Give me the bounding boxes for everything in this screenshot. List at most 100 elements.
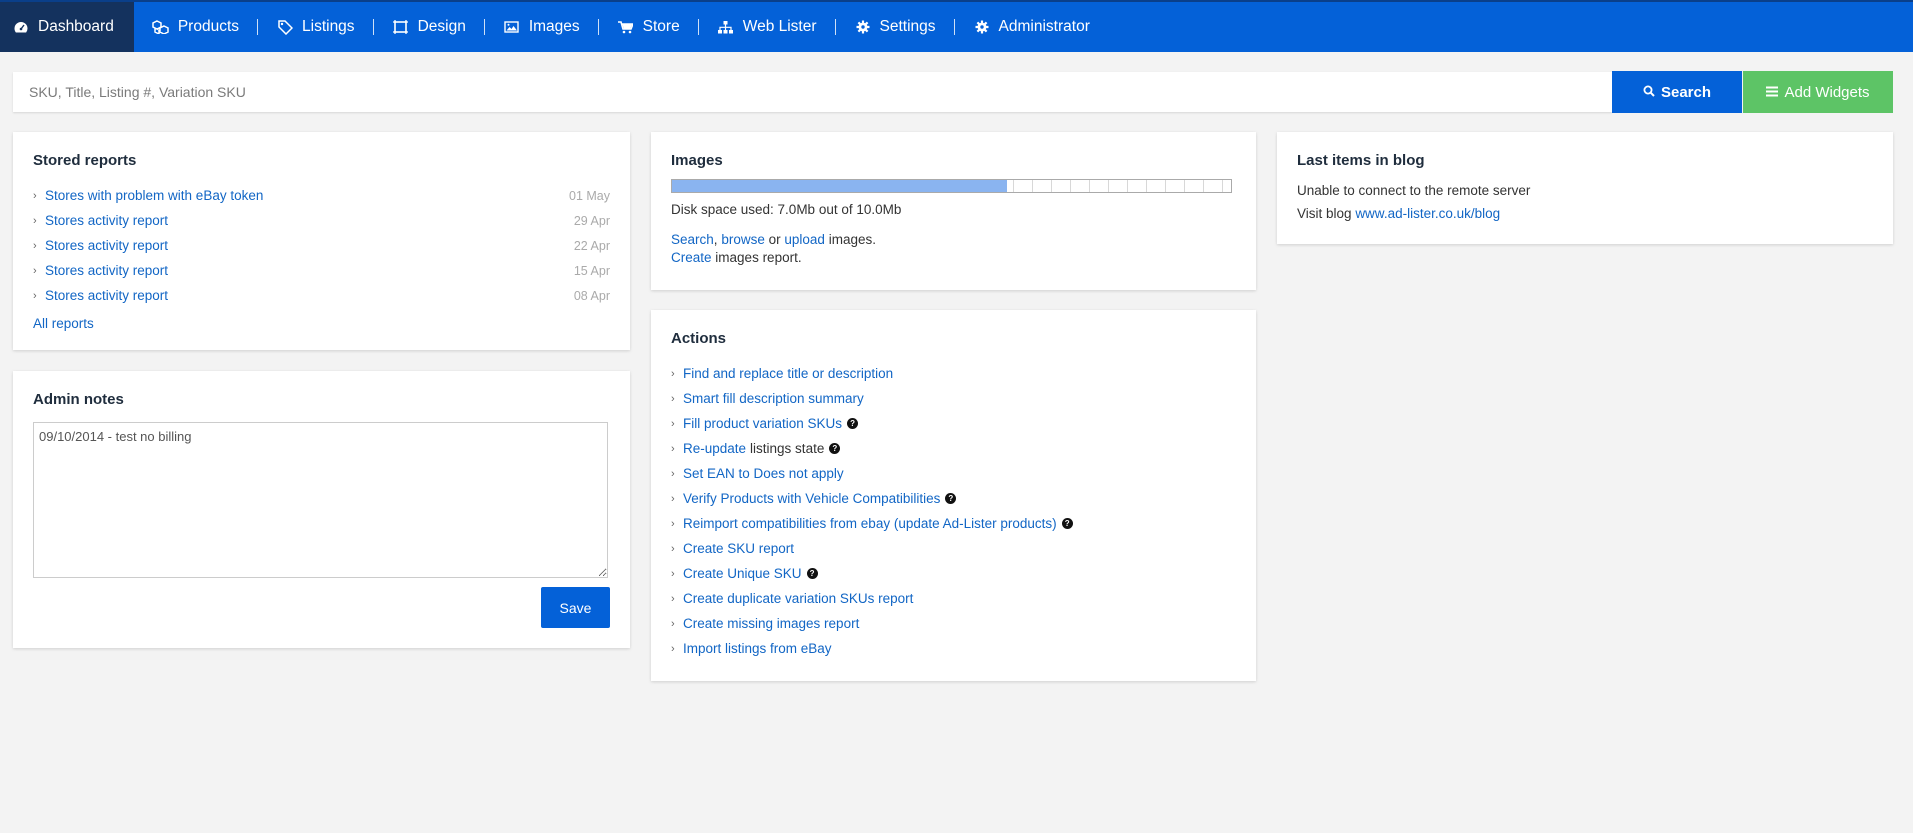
comma-text: ,	[713, 232, 718, 247]
chevron-right-icon: ›	[671, 367, 675, 380]
list-item: › Stores with problem with eBay token 01 M…	[33, 183, 610, 208]
images-panel: Images Disk space used: 7.0Mb out of 10.…	[651, 132, 1256, 290]
report-link[interactable]: Stores activity report	[45, 213, 168, 228]
list-item: › Stores activity report 15 Apr	[33, 258, 610, 283]
chevron-right-icon: ›	[671, 567, 675, 580]
panel-title: Images	[671, 152, 723, 169]
help-icon[interactable]: ?	[1061, 518, 1073, 529]
report-link[interactable]: Stores activity report	[45, 263, 168, 278]
report-date: 29 Apr	[573, 213, 610, 228]
chevron-right-icon: ›	[671, 442, 675, 455]
help-icon[interactable]: ?	[806, 568, 818, 579]
action-link[interactable]: Verify Products with Vehicle Compatibili…	[683, 491, 940, 506]
action-link[interactable]: Create Unique SKU	[683, 566, 802, 581]
report-link[interactable]: Stores with problem with eBay token	[45, 188, 263, 203]
list-item: › Create Unique SKU?	[671, 561, 1236, 586]
action-link[interactable]: Create missing images report	[683, 616, 859, 631]
chevron-right-icon: ›	[33, 189, 37, 202]
nav-label: Dashboard	[38, 18, 114, 35]
all-reports-link[interactable]: All reports	[33, 316, 94, 331]
chevron-right-icon: ›	[33, 289, 37, 302]
nav-images[interactable]: Images	[485, 2, 598, 52]
nav-label: Store	[642, 18, 680, 35]
chevron-right-icon: ›	[671, 517, 675, 530]
chevron-right-icon: ›	[33, 264, 37, 277]
dashboard-icon	[12, 19, 30, 35]
save-button[interactable]: Save	[541, 587, 610, 628]
images-search-link[interactable]: Search	[671, 232, 714, 247]
nav-dashboard[interactable]: Dashboard	[0, 2, 134, 52]
sitemap-icon	[717, 19, 735, 35]
images-links: Search, browse or upload images. Create …	[671, 231, 1236, 267]
nav-label: Images	[528, 18, 580, 35]
panel-title: Admin notes	[33, 391, 124, 408]
list-item: › Set EAN to Does not apply	[671, 461, 1236, 486]
report-date: 01 May	[569, 188, 610, 203]
gear-icon	[854, 19, 872, 35]
design-icon	[392, 19, 410, 35]
action-link[interactable]: Set EAN to Does not apply	[683, 466, 844, 481]
images-browse-link[interactable]: browse	[721, 232, 765, 247]
nav-administrator[interactable]: Administrator	[955, 2, 1108, 52]
action-link[interactable]: Smart fill description summary	[683, 391, 864, 406]
blog-url-link[interactable]: www.ad-lister.co.uk/blog	[1355, 206, 1500, 221]
chevron-right-icon: ›	[33, 239, 37, 252]
admin-notes-textarea[interactable]	[33, 422, 608, 578]
search-icon	[1643, 84, 1655, 101]
action-link[interactable]: Re-update	[683, 441, 746, 456]
disk-usage-fill	[672, 180, 1008, 192]
panel-title: Stored reports	[33, 152, 137, 169]
create-images-report-link[interactable]: Create	[671, 250, 712, 265]
report-link[interactable]: Stores activity report	[45, 238, 168, 253]
report-date: 22 Apr	[573, 238, 610, 253]
nav-settings[interactable]: Settings	[836, 2, 954, 52]
action-link[interactable]: Create duplicate variation SKUs report	[683, 591, 913, 606]
cart-icon	[617, 19, 635, 35]
search-button-label: Search	[1660, 83, 1712, 101]
gear-icon	[973, 19, 991, 35]
search-input[interactable]	[13, 72, 1612, 112]
images-upload-link[interactable]: upload	[784, 232, 825, 247]
nav-store[interactable]: Store	[599, 2, 698, 52]
top-nav: Dashboard Products Listings Design Image…	[0, 0, 1913, 52]
reports-list: › Stores with problem with eBay token 01 M…	[33, 183, 610, 308]
nav-web-lister[interactable]: Web Lister	[699, 2, 835, 52]
action-link[interactable]: Fill product variation SKUs	[683, 416, 842, 431]
list-icon	[1766, 84, 1779, 101]
help-icon[interactable]: ?	[945, 493, 957, 504]
help-icon[interactable]: ?	[847, 418, 859, 429]
disk-usage-text: Disk space used: 7.0Mb out of 10.0Mb	[671, 202, 902, 217]
list-item: › Stores activity report 29 Apr	[33, 208, 610, 233]
chevron-right-icon: ›	[671, 542, 675, 555]
add-widgets-button[interactable]: Add Widgets	[1743, 71, 1893, 113]
nav-label: Settings	[879, 18, 936, 35]
list-item: › Re-update listings state?	[671, 436, 1236, 461]
chevron-right-icon: ›	[671, 592, 675, 605]
action-link[interactable]: Create SKU report	[683, 541, 794, 556]
nav-listings[interactable]: Listings	[258, 2, 373, 52]
nav-label: Web Lister	[742, 18, 817, 35]
list-item: › Stores activity report 22 Apr	[33, 233, 610, 258]
action-link[interactable]: Find and replace title or description	[683, 366, 893, 381]
list-item: › Create missing images report	[671, 611, 1236, 636]
nav-label: Products	[177, 18, 239, 35]
list-item: › Find and replace title or description	[671, 361, 1236, 386]
action-link[interactable]: Reimport compatibilities from ebay (upda…	[683, 516, 1057, 531]
search-button[interactable]: Search	[1612, 71, 1742, 113]
action-link[interactable]: Import listings from eBay	[683, 641, 832, 656]
chevron-right-icon: ›	[671, 392, 675, 405]
list-item: › Import listings from eBay	[671, 636, 1236, 661]
list-item: › Verify Products with Vehicle Compatibil…	[671, 486, 1236, 511]
report-link[interactable]: Stores activity report	[45, 288, 168, 303]
add-widgets-label: Add Widgets	[1784, 83, 1870, 101]
help-icon[interactable]: ?	[829, 443, 841, 454]
stored-reports-panel: Stored reports › Stores with problem with…	[13, 132, 630, 350]
nav-label: Listings	[302, 18, 355, 35]
list-item: › Create SKU report	[671, 536, 1236, 561]
chevron-right-icon: ›	[671, 467, 675, 480]
panel-title: Actions	[671, 330, 727, 347]
tags-icon	[276, 19, 294, 35]
report-date: 15 Apr	[573, 263, 610, 278]
nav-design[interactable]: Design	[374, 2, 484, 52]
nav-products[interactable]: Products	[134, 2, 257, 52]
